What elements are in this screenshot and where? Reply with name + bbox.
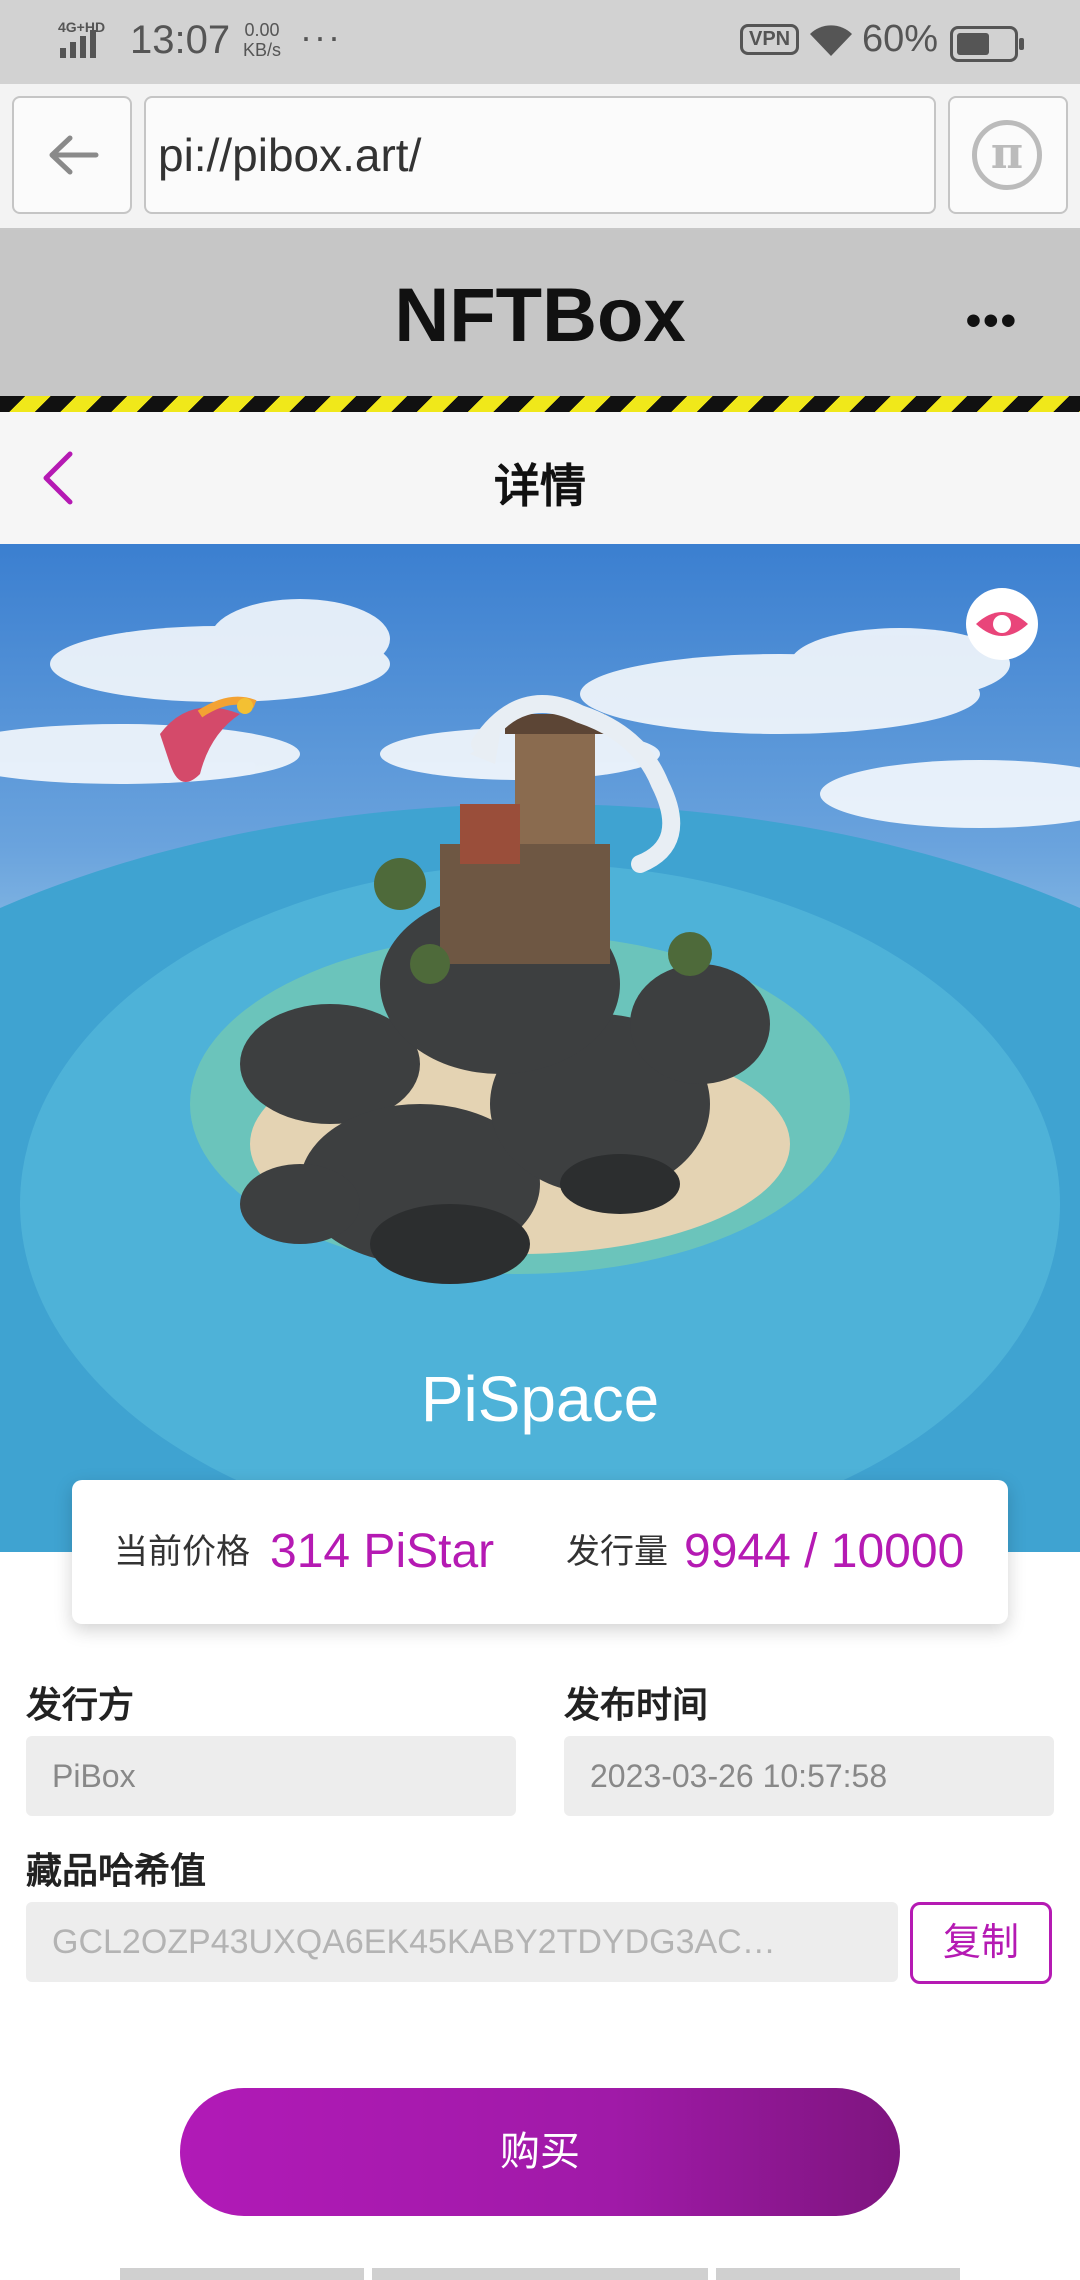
supply-label: 发行量 [566, 1533, 668, 1571]
price-label: 当前价格 [114, 1533, 250, 1571]
hash-label: 藏品哈希值 [26, 1850, 207, 1891]
release-time-label: 发布时间 [564, 1684, 709, 1725]
pi-browser-button[interactable]: π [948, 96, 1068, 214]
signal-icon: 4G+HD [58, 18, 120, 74]
buy-button[interactable]: 购买 [180, 2088, 900, 2216]
status-more-icon: ··· [300, 16, 342, 57]
price-value: 314 PiStar [270, 1525, 495, 1578]
release-time-field: 2023-03-26 10:57:58 [564, 1736, 1054, 1816]
app-title: NFTBox [394, 273, 686, 358]
status-bar: 4G+HD 13:07 0.00 KB/s ··· VPN 60% [0, 0, 1080, 84]
nft-artwork-image: PiSpace [0, 544, 1080, 1552]
browser-toolbar: pi://pibox.art/ π [0, 84, 1080, 230]
pi-logo-icon: π [972, 120, 1042, 190]
network-type-label: 4G+HD [58, 19, 105, 35]
wifi-icon [806, 20, 856, 70]
bottom-tab-indicator [372, 2268, 708, 2280]
issuer-field: PiBox [26, 1736, 516, 1816]
status-time: 13:07 [130, 18, 231, 62]
battery-fill [957, 33, 989, 55]
supply-value: 9944 / 10000 [684, 1525, 965, 1578]
bottom-tab-indicator [716, 2268, 960, 2280]
nft-name: PiSpace [420, 1363, 660, 1435]
network-speed: 0.00 KB/s [243, 20, 281, 60]
hash-field: GCL2OZP43UXQA6EK45KABY2TDYDG3AC… [26, 1902, 898, 1982]
arrow-left-icon [49, 135, 99, 175]
view-toggle-button[interactable] [966, 588, 1038, 660]
copy-hash-button[interactable]: 复制 [910, 1902, 1052, 1984]
url-bar[interactable]: pi://pibox.art/ [144, 96, 936, 214]
hazard-stripe-divider [0, 396, 1080, 412]
battery-icon [950, 26, 1024, 62]
bottom-tab-indicator [120, 2268, 364, 2280]
price-card: 当前价格 314 PiStar 发行量 9944 / 10000 [72, 1480, 1008, 1624]
issuer-label: 发行方 [26, 1684, 135, 1725]
browser-back-button[interactable] [12, 96, 132, 214]
speed-value: 0.00 [244, 20, 280, 40]
page-title: 详情 [494, 460, 586, 512]
battery-percent: 60% [862, 18, 939, 60]
speed-unit: KB/s [243, 40, 282, 60]
more-options-button[interactable]: ••• [966, 296, 1018, 346]
eye-icon [976, 612, 1028, 636]
app-header: NFTBox ••• [0, 230, 1080, 396]
detail-navbar: 详情 [0, 412, 1080, 544]
vpn-badge: VPN [740, 24, 800, 55]
